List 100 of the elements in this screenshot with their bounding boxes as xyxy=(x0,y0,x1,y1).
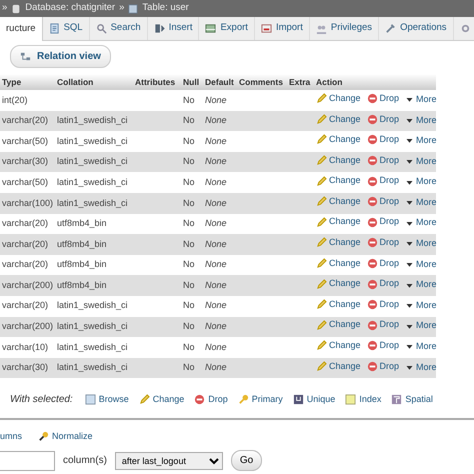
number-field[interactable] xyxy=(0,450,55,471)
action-link[interactable]: Browse xyxy=(84,392,129,406)
action-link[interactable]: Drop xyxy=(366,133,400,147)
action-link[interactable]: More xyxy=(405,298,437,312)
minus-circle-icon xyxy=(366,134,378,146)
column-header: Extra xyxy=(287,74,314,90)
action-link[interactable]: Change xyxy=(316,339,361,353)
minus-circle-icon xyxy=(366,93,378,104)
action-link[interactable]: Change xyxy=(138,392,184,406)
action-link[interactable]: Change xyxy=(316,154,361,168)
table-cell: varchar(10) xyxy=(0,337,55,358)
tab[interactable]: Export xyxy=(199,17,255,40)
table-cell: varchar(20) xyxy=(0,234,55,255)
action-link[interactable]: More xyxy=(405,319,437,333)
table-cell: No xyxy=(181,152,203,172)
action-link[interactable]: More xyxy=(405,196,437,210)
action-link[interactable]: Drop xyxy=(366,277,400,291)
action-link[interactable]: Change xyxy=(316,112,361,126)
action-link[interactable]: More xyxy=(405,258,437,272)
pencil-icon xyxy=(316,320,327,331)
action-link[interactable]: Change xyxy=(316,194,361,208)
action-link[interactable]: More xyxy=(405,278,437,292)
breadcrumb-link[interactable]: Table: user xyxy=(128,1,189,16)
action-link[interactable]: More xyxy=(405,360,437,374)
table-cell: None xyxy=(203,131,237,152)
action-link[interactable]: More xyxy=(405,175,437,189)
minus-circle-icon xyxy=(366,176,378,187)
action-link[interactable]: Drop xyxy=(366,215,400,229)
action-link[interactable]: Change xyxy=(316,318,361,332)
tab[interactable]: ructure xyxy=(0,17,43,41)
tab[interactable]: Insert xyxy=(148,17,200,40)
action-link[interactable]: More xyxy=(405,216,437,230)
action-link[interactable]: Spatial xyxy=(391,392,433,406)
table-cell: None xyxy=(203,296,237,317)
link[interactable]: umns xyxy=(0,430,22,444)
table-cell: No xyxy=(181,214,203,234)
table-cell: No xyxy=(181,358,203,378)
import-icon xyxy=(260,23,272,34)
tab[interactable]: Import xyxy=(254,17,310,40)
minus-circle-icon xyxy=(366,299,378,310)
pencil-icon xyxy=(316,154,327,166)
action-link[interactable]: More xyxy=(405,92,437,106)
action-link[interactable]: Drop xyxy=(366,194,400,208)
action-link[interactable]: Drop xyxy=(194,392,228,406)
table-cell: utf8mb4_bin xyxy=(55,275,133,296)
action-link[interactable]: Drop xyxy=(366,298,400,312)
action-link[interactable]: More xyxy=(405,237,437,251)
action-link[interactable]: Drop xyxy=(366,318,400,332)
table-cell: latin1_swedish_ci xyxy=(55,296,133,317)
action-link[interactable]: Drop xyxy=(366,92,400,106)
action-link[interactable]: More xyxy=(405,154,437,168)
tab[interactable]: Operations xyxy=(379,17,454,40)
position-select[interactable]: after last_logout xyxy=(114,452,223,470)
action-link[interactable]: Change xyxy=(316,92,361,106)
table-cell: No xyxy=(181,172,203,193)
minus-circle-icon xyxy=(366,278,378,290)
separator-text: » xyxy=(2,1,8,16)
pencil-icon xyxy=(316,258,327,269)
action-link[interactable]: More xyxy=(405,114,437,128)
table-cell: latin1_swedish_ci xyxy=(55,152,133,172)
tab[interactable]: Privileges xyxy=(310,17,380,40)
action-link[interactable]: Change xyxy=(316,360,361,374)
minus-circle-icon xyxy=(366,340,378,352)
tab[interactable]: SQL xyxy=(42,17,90,40)
caret-icon xyxy=(405,239,414,248)
table-cell: utf8mb4_bin xyxy=(55,234,133,255)
action-link[interactable]: Change xyxy=(316,256,361,270)
action-link[interactable]: More xyxy=(405,134,437,148)
action-link[interactable]: Change xyxy=(316,215,361,229)
pencil-icon xyxy=(316,299,327,310)
link[interactable]: Normalize xyxy=(38,430,93,444)
pencil-icon xyxy=(316,216,327,228)
table-cell: None xyxy=(203,234,237,255)
action-link[interactable]: Unique xyxy=(292,392,336,406)
action-link[interactable]: Drop xyxy=(366,112,400,126)
action-link[interactable]: Primary xyxy=(238,392,283,406)
table-cell: No xyxy=(181,337,203,358)
minus-circle-icon xyxy=(366,320,378,331)
action-link[interactable]: Drop xyxy=(366,339,400,353)
tab[interactable]: Search xyxy=(90,17,148,40)
action-link[interactable]: Drop xyxy=(366,174,400,188)
table-cell: varchar(50) xyxy=(0,131,55,152)
action-link[interactable]: Change xyxy=(316,236,361,250)
action-link[interactable]: More xyxy=(405,340,437,354)
action-link[interactable]: Change xyxy=(316,298,361,312)
relation-view-button[interactable]: Relation view xyxy=(10,45,111,68)
go-button[interactable]: Go xyxy=(230,450,262,472)
action-link[interactable]: Drop xyxy=(366,256,400,270)
action-link[interactable]: Change xyxy=(316,133,361,147)
action-link[interactable]: Index xyxy=(345,392,382,406)
action-link[interactable]: Change xyxy=(316,174,361,188)
table-cell: varchar(100) xyxy=(0,192,55,214)
table-cell: int(20) xyxy=(0,90,55,111)
action-link[interactable]: Change xyxy=(316,277,361,291)
action-link[interactable]: Drop xyxy=(366,360,400,374)
action-link[interactable]: Drop xyxy=(366,154,400,168)
pencil-icon xyxy=(316,196,327,208)
action-link[interactable]: Drop xyxy=(366,236,400,250)
table-cell: No xyxy=(181,275,203,296)
breadcrumb-link[interactable]: Database: chatigniter xyxy=(11,1,116,16)
